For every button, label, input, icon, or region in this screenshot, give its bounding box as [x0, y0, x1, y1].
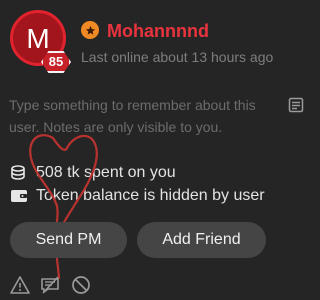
send-pm-button[interactable]: Send PM [10, 222, 127, 258]
tokens-spent-row: 508 tk spent on you [10, 164, 176, 182]
add-friend-button[interactable]: Add Friend [137, 222, 266, 258]
token-balance-text: Token balance is hidden by user [36, 187, 265, 204]
block-icon[interactable] [71, 275, 91, 295]
coins-icon [11, 165, 25, 180]
user-notes-field[interactable]: Type something to remember about this us… [9, 94, 277, 138]
warning-icon[interactable] [10, 275, 30, 295]
rank-star-icon [81, 21, 99, 39]
level-badge-text: 85 [48, 54, 64, 69]
last-online-status: Last online about 13 hours ago [81, 49, 274, 65]
tokens-spent-text: 508 tk spent on you [36, 164, 176, 181]
username[interactable]: Mohannnnd [107, 21, 209, 42]
notes-icon[interactable] [288, 97, 304, 113]
user-profile-card: M 85 Mohannnnd Last online about 13 hour… [0, 0, 320, 300]
wallet-icon [11, 190, 27, 202]
avatar-letter: M [26, 23, 50, 54]
token-balance-row: Token balance is hidden by user [10, 187, 265, 205]
heart-doodle [29, 134, 98, 280]
flag-icon[interactable] [40, 275, 60, 295]
